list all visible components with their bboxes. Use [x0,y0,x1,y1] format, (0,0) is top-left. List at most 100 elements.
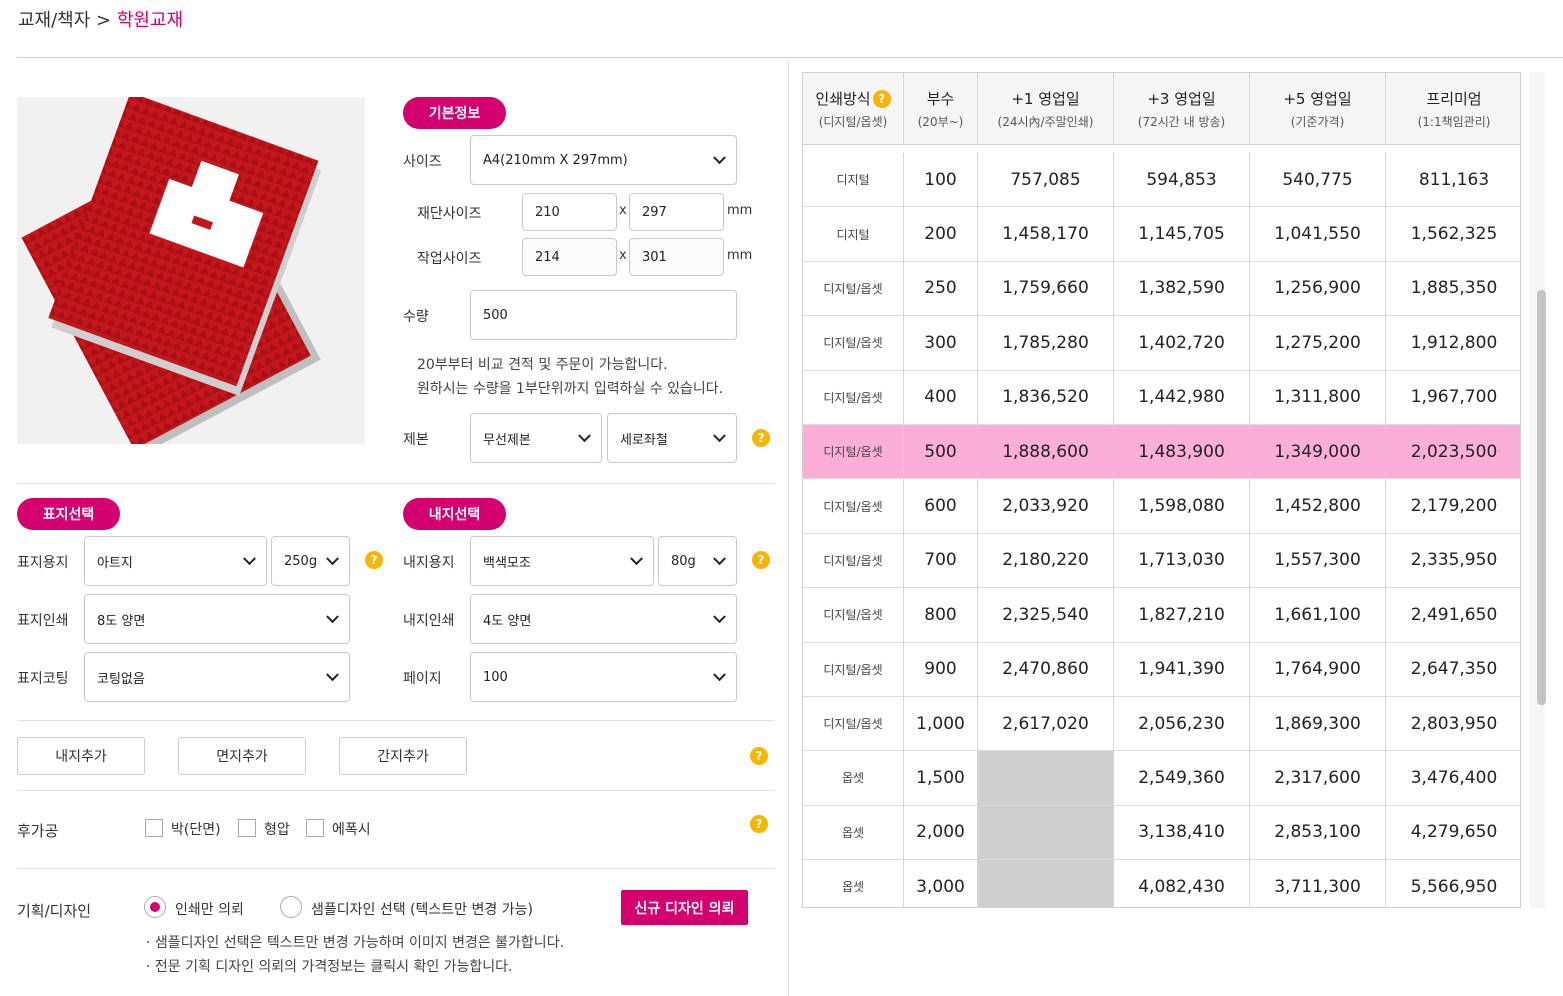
cell-method[interactable]: 디지털/옵셋 [803,424,904,479]
cell-qty[interactable]: 2,000 [904,805,978,860]
cell-qty[interactable]: 300 [904,316,978,370]
cell-d1[interactable]: 2,180,220 [978,533,1114,588]
help-icon[interactable]: ? [872,90,891,108]
help-icon[interactable]: ? [752,429,770,447]
cell-method[interactable]: 디지털/옵셋 [803,696,904,751]
cell-premium[interactable]: 1,562,325 [1386,207,1520,260]
cell-d3[interactable]: 1,442,980 [1114,370,1250,424]
cell-d5[interactable]: 1,311,800 [1250,370,1386,424]
cell-qty[interactable]: 500 [904,424,978,479]
cell-d5[interactable]: 3,711,300 [1250,860,1386,907]
cell-qty[interactable]: 400 [904,370,978,424]
cell-d3[interactable]: 594,853 [1114,153,1250,207]
cell-d1[interactable]: 1,785,280 [978,316,1114,370]
cell-d3[interactable]: 1,483,900 [1114,424,1250,479]
cell-d1[interactable]: 1,759,660 [978,261,1114,316]
emboss-checkbox[interactable] [238,819,256,837]
cell-premium[interactable]: 811,163 [1386,153,1520,206]
cell-d5[interactable]: 1,452,800 [1250,479,1386,533]
page-select[interactable]: 100 [470,652,737,702]
cell-d1[interactable]: 757,085 [978,153,1114,207]
cell-d5[interactable]: 1,349,000 [1250,424,1386,479]
size-select[interactable]: A4(210mm X 297mm) [470,135,737,185]
cell-d3[interactable]: 1,402,720 [1114,316,1250,370]
cell-d1[interactable] [978,751,1114,805]
cell-d5[interactable]: 2,317,600 [1250,751,1386,805]
cell-d3[interactable]: 2,549,360 [1114,751,1250,805]
cell-method[interactable]: 옵셋 [803,751,904,805]
cell-premium[interactable]: 2,335,950 [1386,534,1520,587]
cell-premium[interactable]: 2,803,950 [1386,697,1520,750]
cell-premium[interactable]: 1,885,350 [1386,262,1520,315]
cell-qty[interactable]: 1,000 [904,696,978,751]
table-row[interactable]: 옵셋 1,500 2,549,360 2,317,600 3,476,400 [803,751,1520,806]
work-width-input[interactable]: 214 [522,238,617,276]
foil-checkbox[interactable] [145,819,163,837]
quantity-input[interactable]: 500 [470,290,737,340]
help-icon[interactable]: ? [752,551,770,569]
cell-method[interactable]: 옵셋 [803,860,904,907]
inner-paper-select[interactable]: 백색모조 [470,536,654,586]
cell-premium[interactable]: 2,023,500 [1386,425,1520,478]
cell-d1[interactable]: 2,325,540 [978,588,1114,642]
cover-coating-select[interactable]: 코팅없음 [84,652,350,702]
cell-d3[interactable]: 1,713,030 [1114,533,1250,588]
cell-method[interactable]: 디지털/옵셋 [803,642,904,696]
breadcrumb-current[interactable]: 학원교재 [117,10,183,31]
cell-d3[interactable]: 4,082,430 [1114,860,1250,907]
table-row[interactable]: 디지털/옵셋 300 1,785,280 1,402,720 1,275,200 1,91… [803,316,1520,371]
cover-paper-select[interactable]: 아트지 [84,536,267,586]
breadcrumb-parent[interactable]: 교재/책자 [18,10,90,31]
cell-d1[interactable] [978,860,1114,907]
table-row[interactable]: 디지털/옵셋 700 2,180,220 1,713,030 1,557,300 2,33… [803,533,1520,589]
cell-d5[interactable]: 1,557,300 [1250,533,1386,588]
table-row[interactable]: 디지털/옵셋 500 1,888,600 1,483,900 1,349,000 2,02… [803,424,1520,480]
cover-print-select[interactable]: 8도 양면 [84,594,350,644]
table-row[interactable]: 디지털 100 757,085 594,853 540,775 811,163 [803,153,1520,208]
table-row[interactable]: 디지털 200 1,458,170 1,145,705 1,041,550 1,562,3… [803,207,1520,262]
add-tab-sheet-button[interactable]: 간지추가 [339,737,467,775]
cell-method[interactable]: 디지털/옵셋 [803,588,904,642]
cell-d3[interactable]: 1,382,590 [1114,261,1250,316]
cell-qty[interactable]: 250 [904,261,978,316]
table-row[interactable]: 디지털/옵셋 900 2,470,860 1,941,390 1,764,900 2,64… [803,642,1520,697]
cell-qty[interactable]: 700 [904,533,978,588]
cell-d1[interactable] [978,805,1114,860]
cell-method[interactable]: 디지털 [803,153,904,207]
cell-method[interactable]: 디지털/옵셋 [803,479,904,533]
cell-d1[interactable]: 2,617,020 [978,696,1114,751]
inner-weight-select[interactable]: 80g [658,536,737,586]
cell-premium[interactable]: 1,967,700 [1386,371,1520,424]
cell-qty[interactable]: 3,000 [904,860,978,907]
table-row[interactable]: 디지털/옵셋 600 2,033,920 1,598,080 1,452,800 2,17… [803,479,1520,534]
cell-d5[interactable]: 1,869,300 [1250,696,1386,751]
add-inner-button[interactable]: 내지추가 [17,737,145,775]
inner-print-select[interactable]: 4도 양면 [470,594,737,644]
cell-d1[interactable]: 2,470,860 [978,642,1114,696]
binding-select[interactable]: 무선제본 [470,413,602,463]
cell-d3[interactable]: 1,598,080 [1114,479,1250,533]
cell-d5[interactable]: 2,853,100 [1250,805,1386,860]
cell-d1[interactable]: 1,888,600 [978,424,1114,479]
cell-method[interactable]: 디지털/옵셋 [803,533,904,588]
cell-qty[interactable]: 1,500 [904,751,978,805]
help-icon[interactable]: ? [365,551,383,569]
cell-method[interactable]: 옵셋 [803,805,904,860]
help-icon[interactable]: ? [750,815,768,833]
print-only-radio[interactable] [144,896,166,918]
cell-d5[interactable]: 1,256,900 [1250,261,1386,316]
cell-d5[interactable]: 540,775 [1250,153,1386,207]
sample-design-radio[interactable] [280,896,302,918]
cell-d3[interactable]: 2,056,230 [1114,696,1250,751]
cell-d3[interactable]: 3,138,410 [1114,805,1250,860]
cell-method[interactable]: 디지털 [803,207,904,261]
work-height-input[interactable]: 301 [629,238,724,276]
cell-qty[interactable]: 600 [904,479,978,533]
cut-width-input[interactable]: 210 [522,193,617,231]
table-row[interactable]: 디지털/옵셋 400 1,836,520 1,442,980 1,311,800 1,96… [803,370,1520,425]
new-design-request-button[interactable]: 신규 디자인 의뢰 [621,890,748,925]
table-row[interactable]: 디지털/옵셋 250 1,759,660 1,382,590 1,256,900 1,88… [803,261,1520,317]
cell-qty[interactable]: 200 [904,207,978,261]
cell-d5[interactable]: 1,275,200 [1250,316,1386,370]
table-scrollbar-thumb[interactable] [1537,290,1546,705]
